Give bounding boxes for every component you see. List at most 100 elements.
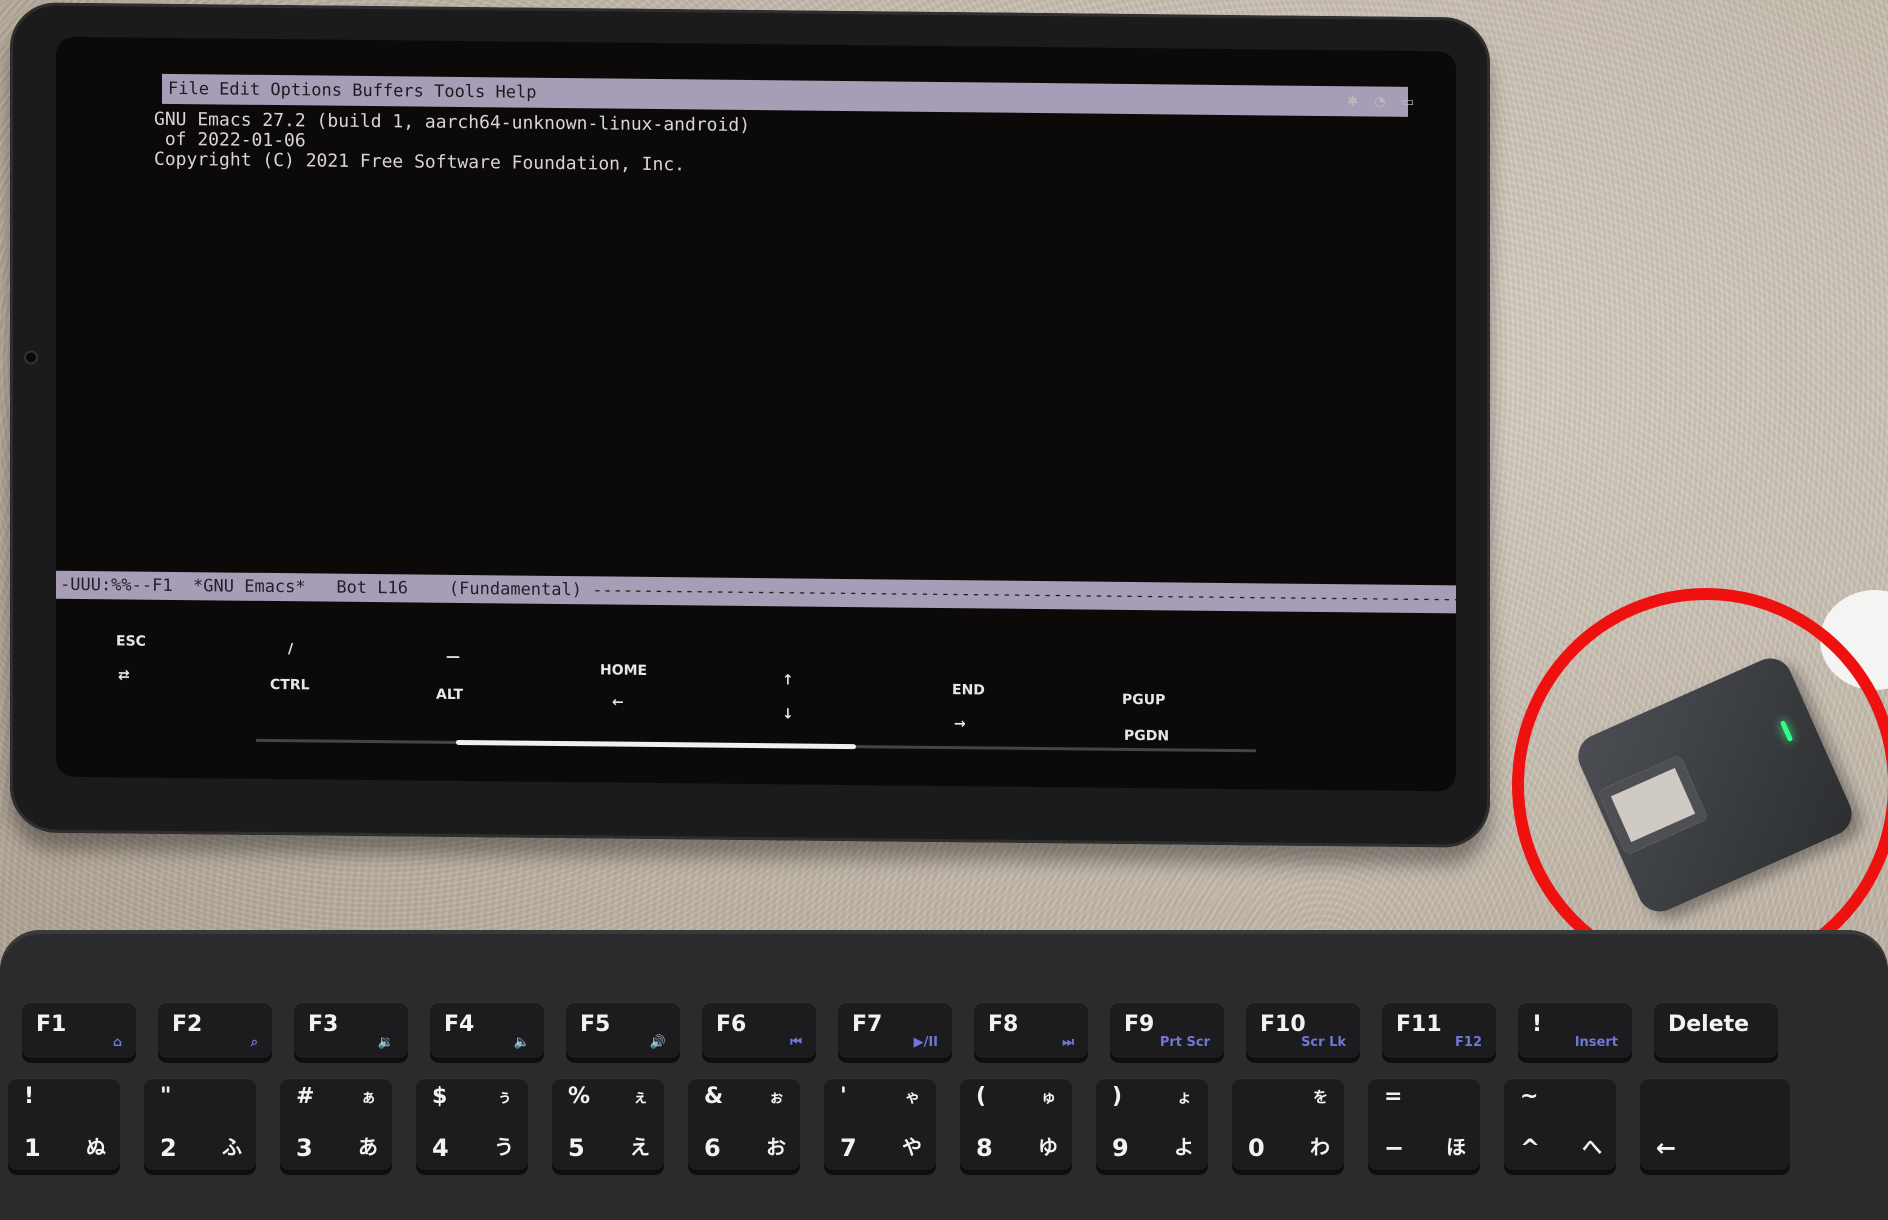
fn-key[interactable]: F8 ⏭: [974, 1002, 1088, 1058]
key-label: !: [1532, 1012, 1543, 1037]
key-sublabel: Insert: [1574, 1035, 1618, 1050]
number-key[interactable]: ~ ^ へ: [1504, 1078, 1616, 1170]
key-legend: ゃ: [904, 1088, 920, 1106]
right-arrow-key[interactable]: →: [954, 716, 966, 732]
key-sublabel: Prt Scr: [1159, 1035, 1210, 1050]
key-sublabel: ▶/II: [913, 1035, 938, 1050]
key-legend: ぁ: [360, 1088, 376, 1106]
end-key[interactable]: END: [952, 682, 985, 698]
key-legend: 9: [1112, 1134, 1129, 1162]
key-legend: ": [160, 1084, 172, 1109]
termux-extra-keys: ESC ⇄ / CTRL — ALT HOME ← ↑ ↓ END → PGUP…: [56, 627, 1456, 792]
tab-key[interactable]: ⇄: [118, 667, 130, 683]
key-legend: ぬ: [86, 1135, 106, 1159]
fn-key[interactable]: F10 Scr Lk: [1246, 1002, 1360, 1058]
pgup-key[interactable]: PGUP: [1122, 692, 1165, 708]
emacs-splash-text: GNU Emacs 27.2 (build 1, aarch64-unknown…: [154, 109, 750, 176]
key-legend: よ: [1174, 1135, 1194, 1159]
number-key[interactable]: ' 7 ゃや: [824, 1078, 936, 1170]
key-legend: ^: [1520, 1134, 1541, 1162]
key-legend: 3: [296, 1134, 313, 1162]
number-key[interactable]: ←: [1640, 1078, 1790, 1170]
number-key[interactable]: " 2 ふ: [144, 1078, 256, 1170]
fn-key[interactable]: F2 ⌕: [158, 1002, 272, 1058]
fn-key[interactable]: Delete: [1654, 1002, 1778, 1058]
fn-key[interactable]: F11 F12: [1382, 1002, 1496, 1058]
key-legend: (: [976, 1084, 987, 1109]
key-legend: あ: [358, 1135, 378, 1159]
key-legend: ': [840, 1084, 847, 1109]
key-legend: ): [1112, 1084, 1123, 1109]
key-legend: &: [704, 1084, 724, 1109]
key-legend: −: [1384, 1134, 1405, 1162]
key-legend: ゆ: [1038, 1135, 1058, 1159]
front-camera: [26, 352, 36, 363]
key-legend: ぇ: [632, 1088, 648, 1106]
number-key[interactable]: = − ほ: [1368, 1078, 1480, 1170]
fn-key[interactable]: F9 Prt Scr: [1110, 1002, 1224, 1058]
key-legend: 4: [432, 1134, 449, 1162]
slash-key[interactable]: /: [288, 641, 293, 657]
fn-key[interactable]: F1 ⌂: [22, 1002, 136, 1058]
key-label: Delete: [1668, 1012, 1750, 1037]
key-legend: ←: [1656, 1134, 1677, 1162]
fn-key[interactable]: F3 🔉: [294, 1002, 408, 1058]
key-label: F6: [716, 1012, 747, 1037]
key-legend: 1: [24, 1134, 41, 1162]
number-key[interactable]: & 6 ぉお: [688, 1078, 800, 1170]
pgdn-key[interactable]: PGDN: [1124, 728, 1169, 744]
fn-key[interactable]: F6 ⏮: [702, 1002, 816, 1058]
up-arrow-key[interactable]: ↑: [782, 672, 794, 688]
key-legend: 6: [704, 1134, 721, 1162]
key-label: F11: [1396, 1012, 1442, 1037]
key-sublabel: 🔈: [513, 1035, 530, 1050]
number-key[interactable]: ) 9 ょよ: [1096, 1078, 1208, 1170]
key-legend: 8: [976, 1134, 993, 1162]
key-legend: ょ: [1176, 1088, 1192, 1106]
number-key[interactable]: (8 ゅゆ: [960, 1078, 1072, 1170]
key-label: F2: [172, 1012, 203, 1037]
key-legend: 5: [568, 1134, 585, 1162]
fn-key[interactable]: F5 🔊: [566, 1002, 680, 1058]
home-key[interactable]: HOME: [600, 662, 647, 678]
number-key[interactable]: ! 1 ぬ: [8, 1078, 120, 1170]
number-key[interactable]: % 5 ぇえ: [552, 1078, 664, 1170]
key-legend: ぅ: [496, 1088, 512, 1106]
key-label: F4: [444, 1012, 475, 1037]
key-legend: を: [1312, 1088, 1328, 1106]
key-sublabel: 🔉: [377, 1035, 394, 1050]
alt-key[interactable]: ALT: [436, 687, 463, 703]
key-legend: =: [1384, 1084, 1403, 1109]
left-arrow-key[interactable]: ←: [612, 695, 624, 711]
number-key[interactable]: $4 ぅう: [416, 1078, 528, 1170]
down-arrow-key[interactable]: ↓: [782, 706, 794, 722]
number-key[interactable]: 0 をわ: [1232, 1078, 1344, 1170]
key-legend: 7: [840, 1134, 857, 1162]
esc-key[interactable]: ESC: [116, 633, 146, 649]
key-sublabel: ⌂: [112, 1035, 122, 1050]
key-label: F9: [1124, 1012, 1155, 1037]
annotation-circle: [1512, 588, 1888, 982]
key-legend: ゅ: [1040, 1088, 1056, 1106]
key-label: F3: [308, 1012, 339, 1037]
key-legend: わ: [1310, 1135, 1330, 1159]
emacs-line: Copyright (C) 2021 Free Software Foundat…: [154, 148, 686, 176]
dash-key[interactable]: —: [446, 649, 460, 665]
key-legend: !: [24, 1084, 35, 1109]
ctrl-key[interactable]: CTRL: [270, 677, 310, 693]
tablet-screen: File Edit Options Buffers Tools Help ✱ ◔…: [56, 36, 1456, 792]
fn-key[interactable]: F7 ▶/II: [838, 1002, 952, 1058]
key-sublabel: 🔊: [649, 1035, 666, 1050]
fn-key[interactable]: F4 🔈: [430, 1002, 544, 1058]
key-label: F8: [988, 1012, 1019, 1037]
fn-key[interactable]: ! Insert: [1518, 1002, 1632, 1058]
key-legend: ~: [1520, 1084, 1539, 1109]
key-legend: 0: [1248, 1134, 1265, 1162]
key-legend: #: [296, 1084, 315, 1109]
key-sublabel: ⌕: [250, 1035, 258, 1050]
key-legend: お: [766, 1135, 786, 1159]
key-label: F10: [1260, 1012, 1306, 1037]
key-legend: や: [902, 1135, 922, 1159]
number-key[interactable]: #3 ぁあ: [280, 1078, 392, 1170]
key-sublabel: Scr Lk: [1301, 1035, 1346, 1050]
